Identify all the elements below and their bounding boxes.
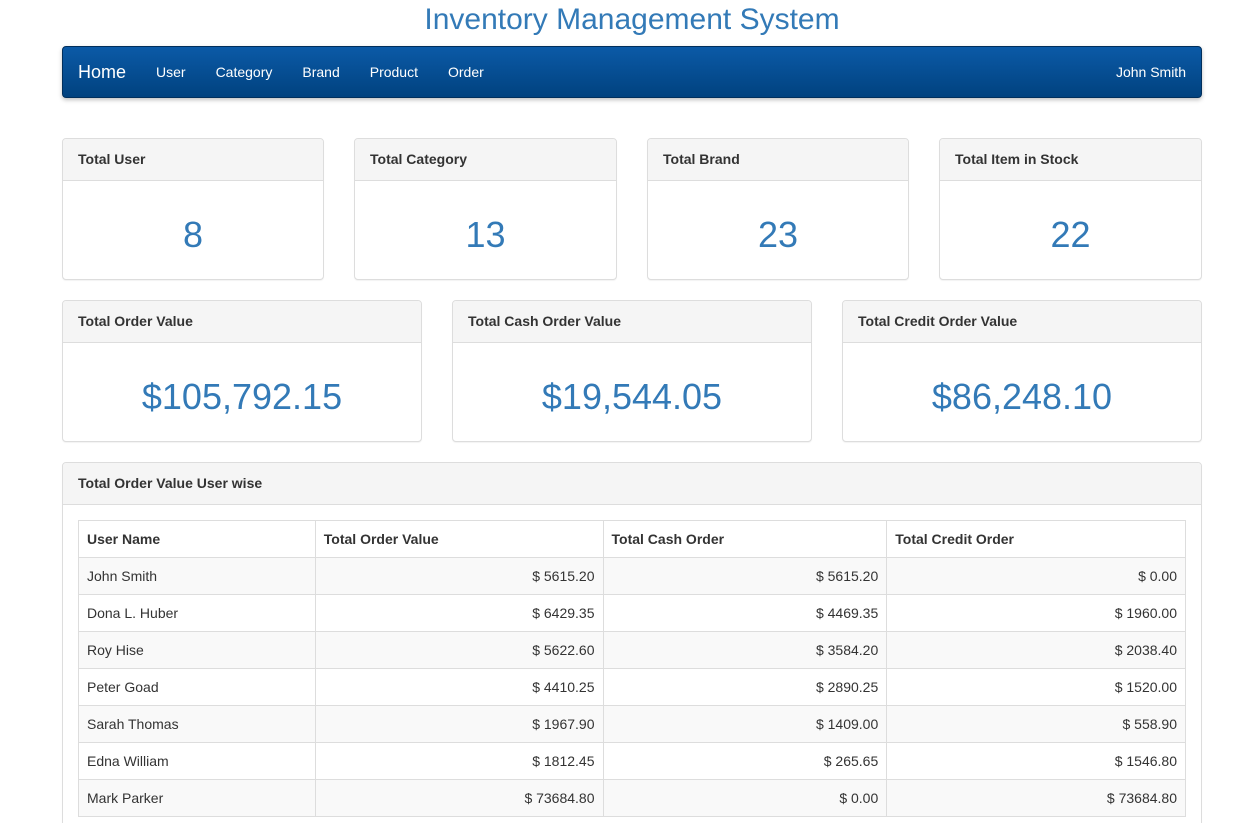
user-name-cell: Peter Goad <box>78 668 316 706</box>
cash-order-cell: $ 4469.35 <box>602 594 888 632</box>
panel-heading: Total Item in Stock <box>940 139 1201 181</box>
panel-heading: Total Category <box>355 139 616 181</box>
stat-panel-total-user: Total User 8 <box>62 138 324 280</box>
cash-order-cell: $ 1409.00 <box>602 705 888 743</box>
main-navbar: Home User Category Brand Product Order J… <box>62 46 1202 98</box>
credit-order-cell: $ 0.00 <box>886 557 1186 595</box>
userwise-order-panel: Total Order Value User wise User Name To… <box>62 462 1202 823</box>
user-name-cell: John Smith <box>78 557 316 595</box>
nav-item-category[interactable]: Category <box>201 47 288 97</box>
nav-home-link[interactable]: Home <box>78 47 126 97</box>
panel-heading: Total Brand <box>648 139 908 181</box>
credit-order-cell: $ 1546.80 <box>886 742 1186 780</box>
total-value: $19,544.05 <box>541 376 723 417</box>
column-header-user-name: User Name <box>78 520 316 558</box>
cash-order-cell: $ 3584.20 <box>602 631 888 669</box>
total-order-cell: $ 4410.25 <box>314 668 604 706</box>
credit-order-cell: $ 1960.00 <box>886 594 1186 632</box>
table-row: Dona L. Huber $ 6429.35 $ 4469.35 $ 1960… <box>78 594 1186 632</box>
table-row: Sarah Thomas $ 1967.90 $ 1409.00 $ 558.9… <box>78 705 1186 743</box>
table-row: Edna William $ 1812.45 $ 265.65 $ 1546.8… <box>78 742 1186 780</box>
stat-value: 22 <box>1050 214 1091 255</box>
table-row: John Smith $ 5615.20 $ 5615.20 $ 0.00 <box>78 557 1186 595</box>
nav-item-brand[interactable]: Brand <box>287 47 354 97</box>
user-name-cell: Roy Hise <box>78 631 316 669</box>
panel-heading: Total User <box>63 139 323 181</box>
nav-item-order[interactable]: Order <box>433 47 499 97</box>
total-order-cell: $ 5615.20 <box>314 557 604 595</box>
credit-order-cell: $ 558.90 <box>886 705 1186 743</box>
credit-order-cell: $ 2038.40 <box>886 631 1186 669</box>
nav-menu: User Category Brand Product Order <box>141 47 499 97</box>
stat-panel-total-category: Total Category 13 <box>354 138 617 280</box>
panel-heading: Total Cash Order Value <box>453 301 811 343</box>
panel-heading: Total Order Value User wise <box>63 463 1201 505</box>
user-name-cell: Mark Parker <box>78 779 316 817</box>
nav-user-menu[interactable]: John Smith <box>1116 47 1186 97</box>
total-order-value-panel: Total Order Value $105,792.15 <box>62 300 422 442</box>
nav-item-product[interactable]: Product <box>355 47 433 97</box>
stat-panel-total-item-in-stock: Total Item in Stock 22 <box>939 138 1202 280</box>
table-row: Peter Goad $ 4410.25 $ 2890.25 $ 1520.00 <box>78 668 1186 706</box>
table-header-row: User Name Total Order Value Total Cash O… <box>78 520 1186 558</box>
cash-order-cell: $ 0.00 <box>602 779 888 817</box>
panel-heading: Total Credit Order Value <box>843 301 1201 343</box>
total-value: $86,248.10 <box>931 376 1113 417</box>
column-header-total-credit-order: Total Credit Order <box>886 520 1186 558</box>
stat-value: 13 <box>465 214 506 255</box>
total-value: $105,792.15 <box>141 376 343 417</box>
total-order-cell: $ 5622.60 <box>314 631 604 669</box>
stat-panel-total-brand: Total Brand 23 <box>647 138 909 280</box>
stat-value: 8 <box>182 214 204 255</box>
total-order-cell: $ 1812.45 <box>314 742 604 780</box>
user-name-cell: Edna William <box>78 742 316 780</box>
stat-value: 23 <box>757 214 799 255</box>
user-name-cell: Sarah Thomas <box>78 705 316 743</box>
user-name-cell: Dona L. Huber <box>78 594 316 632</box>
cash-order-cell: $ 2890.25 <box>602 668 888 706</box>
nav-item-user[interactable]: User <box>141 47 201 97</box>
total-order-cell: $ 73684.80 <box>314 779 604 817</box>
userwise-order-table: User Name Total Order Value Total Cash O… <box>78 520 1186 817</box>
panel-heading: Total Order Value <box>63 301 421 343</box>
table-row: Roy Hise $ 5622.60 $ 3584.20 $ 2038.40 <box>78 631 1186 669</box>
cash-order-cell: $ 5615.20 <box>602 557 888 595</box>
total-credit-order-value-panel: Total Credit Order Value $86,248.10 <box>842 300 1202 442</box>
column-header-total-cash-order: Total Cash Order <box>602 520 888 558</box>
page-title: Inventory Management System <box>424 3 840 36</box>
table-row: Mark Parker $ 73684.80 $ 0.00 $ 73684.80 <box>78 779 1186 817</box>
credit-order-cell: $ 1520.00 <box>886 668 1186 706</box>
total-cash-order-value-panel: Total Cash Order Value $19,544.05 <box>452 300 812 442</box>
cash-order-cell: $ 265.65 <box>602 742 888 780</box>
total-order-cell: $ 1967.90 <box>314 705 604 743</box>
total-order-cell: $ 6429.35 <box>314 594 604 632</box>
column-header-total-order-value: Total Order Value <box>314 520 604 558</box>
credit-order-cell: $ 73684.80 <box>886 779 1186 817</box>
